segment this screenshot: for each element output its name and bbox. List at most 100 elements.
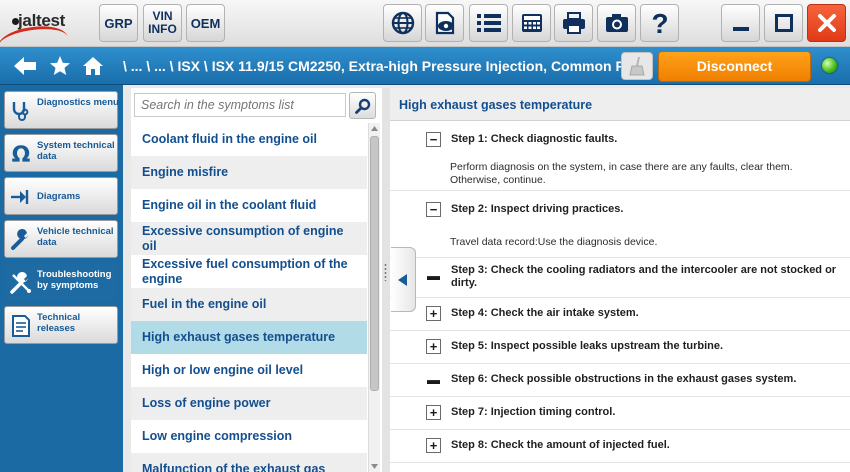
close-button[interactable]	[807, 4, 846, 42]
expand-step-button[interactable]: +	[426, 339, 441, 354]
star-icon	[50, 56, 70, 75]
back-button[interactable]	[12, 54, 38, 78]
sidebar-item-technical-releases[interactable]: Technical releases	[4, 306, 118, 344]
symptom-item[interactable]: Engine misfire	[131, 156, 367, 189]
scroll-up-icon	[371, 126, 378, 131]
expand-step-button[interactable]: +	[426, 306, 441, 321]
vin-info-button[interactable]: VIN INFO	[143, 4, 182, 42]
document-icon	[9, 314, 33, 338]
symptom-panel: Coolant fluid in the engine oil Engine m…	[131, 88, 382, 472]
step-item: + Step 5: Inspect possible leaks upstrea…	[390, 331, 850, 364]
diagram-icon	[9, 185, 33, 209]
step-title: Step 1: Check diagnostic faults.	[451, 133, 618, 145]
printer-icon	[562, 12, 585, 34]
top-toolbar: jaltest GRP VIN INFO OEM ?	[0, 0, 850, 62]
disconnect-button[interactable]: Disconnect	[658, 51, 811, 82]
detail-panel: High exhaust gases temperature − Step 1:…	[390, 88, 850, 472]
stethoscope-icon	[9, 99, 33, 123]
step-item: + Step 7: Injection timing control.	[390, 397, 850, 430]
maximize-button[interactable]	[764, 4, 803, 42]
svg-text:?: ?	[651, 9, 668, 37]
globe-button[interactable]	[383, 4, 422, 42]
sidebar-item-label: System technical data	[37, 140, 115, 162]
grp-button[interactable]: GRP	[99, 4, 138, 42]
print-button[interactable]	[554, 4, 593, 42]
sidebar-item-label: Vehicle technical data	[37, 226, 114, 248]
symptom-item[interactable]: Fuel in the engine oil	[131, 288, 367, 321]
step-item: ▬ Step 6: Check possible obstructions in…	[390, 364, 850, 397]
sidebar-item-label: Diagrams	[37, 191, 81, 202]
vin-info-label: VIN INFO	[148, 9, 177, 36]
minimize-icon	[732, 27, 749, 31]
sidebar-item-diagnostics-menu[interactable]: Diagnostics menu	[4, 91, 119, 129]
symptom-item[interactable]: Loss of engine power	[131, 387, 367, 420]
sidebar-item-vehicle-technical-data[interactable]: Vehicle technical data	[4, 220, 118, 258]
breadcrumb: \ ... \ ... \ ISX \ ISX 11.9/15 CM2250, …	[123, 58, 642, 74]
splitter-grip[interactable]	[384, 263, 387, 281]
expand-step-button[interactable]: +	[426, 405, 441, 420]
document-view-button[interactable]	[425, 4, 464, 42]
omega-icon: Ω	[9, 142, 33, 166]
camera-icon	[605, 14, 628, 32]
wrench-icon	[9, 228, 33, 252]
symptom-item-selected[interactable]: High exhaust gases temperature	[131, 321, 367, 354]
collapse-step-button[interactable]: −	[426, 202, 441, 217]
step-item: + Step 8: Check the amount of injected f…	[390, 430, 850, 463]
step-title: Step 6: Check possible obstructions in t…	[451, 373, 797, 385]
minimize-button[interactable]	[721, 4, 760, 42]
step-title: Step 7: Injection timing control.	[451, 406, 616, 418]
broom-icon	[629, 57, 645, 76]
favorites-button[interactable]	[47, 54, 73, 78]
sidebar-item-label: Troubleshooting by symptoms	[37, 269, 112, 291]
connection-status-indicator	[822, 58, 837, 73]
app-window: jaltest GRP VIN INFO OEM ? \ ... \ ... \…	[0, 0, 850, 472]
logo-text: jaltest	[18, 11, 66, 30]
jaltest-logo: jaltest	[0, 9, 94, 62]
symptom-item[interactable]: Excessive consumption of engine oil	[131, 222, 367, 255]
step-title: Step 2: Inspect driving practices.	[451, 203, 624, 215]
help-button[interactable]: ?	[640, 4, 679, 42]
camera-button[interactable]	[597, 4, 636, 42]
sidebar: Diagnostics menu Ω System technical data…	[0, 85, 123, 472]
sidebar-item-system-technical-data[interactable]: Ω System technical data	[4, 134, 118, 172]
navigation-bar: \ ... \ ... \ ISX \ ISX 11.9/15 CM2250, …	[0, 47, 850, 85]
symptom-list-scrollbar[interactable]	[368, 123, 380, 472]
chevron-left-icon	[398, 273, 407, 286]
symptom-item[interactable]: Excessive fuel consumption of the engine	[131, 255, 367, 288]
step-item: − Step 1: Check diagnostic faults. Perfo…	[390, 121, 850, 191]
back-arrow-icon	[14, 57, 36, 75]
collapse-step-button[interactable]: −	[426, 132, 441, 147]
oem-label: OEM	[190, 15, 221, 31]
step-toggle[interactable]: ▬	[426, 268, 441, 283]
step-item: + Step 4: Check the air intake system.	[390, 298, 850, 331]
symptom-item[interactable]: Low engine compression	[131, 420, 367, 453]
home-button[interactable]	[80, 54, 106, 78]
step-title: Step 3: Check the cooling radiators and …	[451, 264, 837, 289]
search-button[interactable]	[349, 92, 376, 119]
scroll-thumb[interactable]	[370, 136, 379, 391]
scroll-down-icon	[371, 464, 378, 469]
help-icon: ?	[651, 9, 668, 37]
symptom-search-input[interactable]	[134, 93, 346, 117]
list-button[interactable]	[469, 4, 508, 42]
symptom-item[interactable]: High or low engine oil level	[131, 354, 367, 387]
grp-label: GRP	[104, 15, 133, 31]
sidebar-item-diagrams[interactable]: Diagrams	[4, 177, 118, 215]
symptom-item[interactable]: Malfunction of the exhaust gas	[131, 453, 367, 472]
step-toggle[interactable]: ▬	[426, 372, 441, 387]
sidebar-item-troubleshooting-by-symptoms[interactable]: Troubleshooting by symptoms	[4, 263, 118, 301]
home-icon	[83, 57, 103, 75]
calculator-button[interactable]	[512, 4, 551, 42]
step-item: ▬ Step 3: Check the cooling radiators an…	[390, 258, 850, 298]
search-icon	[354, 98, 370, 114]
step-item: − Step 2: Inspect driving practices. Tra…	[390, 191, 850, 258]
symptom-list: Coolant fluid in the engine oil Engine m…	[131, 123, 367, 472]
expand-step-button[interactable]: +	[426, 438, 441, 453]
symptom-item[interactable]: Engine oil in the coolant fluid	[131, 189, 367, 222]
panel-splitter[interactable]	[382, 88, 390, 472]
collapse-panel-button[interactable]	[391, 247, 416, 312]
oem-button[interactable]: OEM	[186, 4, 225, 42]
globe-icon	[391, 11, 414, 35]
symptom-item[interactable]: Coolant fluid in the engine oil	[131, 123, 367, 156]
clear-faults-button[interactable]	[621, 52, 653, 80]
